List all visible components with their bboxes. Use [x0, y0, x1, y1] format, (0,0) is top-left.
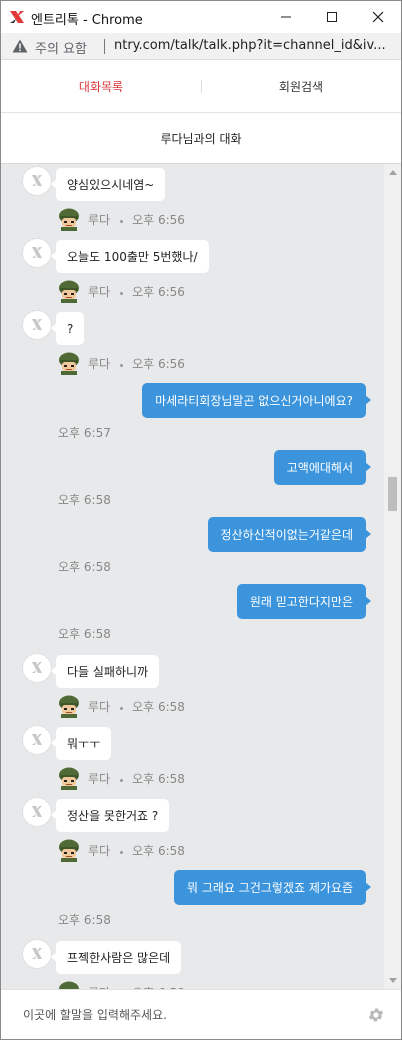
security-warning[interactable]: 주의 요함	[35, 38, 87, 57]
chat-avatar-icon	[32, 806, 42, 817]
tab-chat-list[interactable]: 대화목록	[1, 60, 201, 113]
message-meta: 루다 오후 6:56	[57, 351, 185, 375]
chat-avatar-icon	[32, 247, 42, 258]
chevron-down-icon	[388, 978, 397, 983]
sender-avatar	[22, 310, 52, 340]
sender-avatar	[22, 238, 52, 268]
soldier-avatar-icon	[59, 695, 79, 718]
incoming-message-bubble: 뭐ㅜㅜ	[50, 727, 112, 760]
outgoing-message-bubble: 마세라티회장님말곤 없으신거아니에요?	[142, 383, 371, 418]
minimize-button[interactable]	[263, 1, 309, 33]
message-meta: 루다 오후 6:58	[57, 694, 185, 718]
message-meta: 루다 오후 6:56	[57, 207, 185, 231]
gear-icon[interactable]	[367, 1006, 385, 1024]
incoming-message-bubble: 오늘도 100출만 5번했나/	[51, 240, 209, 273]
separator-dot	[120, 779, 124, 782]
close-button[interactable]	[355, 1, 401, 33]
soldier-avatar-icon	[59, 981, 79, 989]
message-time: 오후 6:56	[132, 356, 185, 371]
incoming-message-bubble: 양심있으시네염~	[50, 168, 166, 201]
close-icon	[372, 11, 384, 23]
scroll-thumb[interactable]	[388, 477, 397, 511]
message-list[interactable]: 양심있으시네염~ 루다 오후 6:56 오늘도 100출만 5번했나/루다 오후 6:5…	[1, 164, 401, 989]
separator-dot	[120, 707, 124, 710]
message-meta: 루다 오후 6:56	[57, 279, 185, 303]
message-input[interactable]	[15, 1002, 355, 1028]
soldier-avatar-icon	[59, 208, 79, 231]
incoming-message-bubble: ?	[50, 312, 85, 345]
soldier-avatar-icon	[59, 280, 79, 303]
entry-logo-icon	[10, 11, 24, 23]
message-time: 오후 6:58	[132, 771, 185, 786]
sender-name: 루다	[88, 356, 111, 371]
soldier-avatar-icon	[59, 352, 79, 375]
message-time: 오후 6:56	[132, 212, 185, 227]
scrollbar[interactable]	[384, 164, 401, 989]
maximize-icon	[327, 12, 337, 22]
chat-avatar-icon	[32, 175, 42, 186]
message-input-bar	[1, 989, 401, 1039]
sender-avatar	[22, 725, 52, 755]
tab-member-search[interactable]: 회원검색	[201, 60, 401, 113]
soldier-avatar-icon	[59, 767, 79, 790]
message-time: 오후 6:56	[132, 284, 185, 299]
minimize-icon	[281, 16, 291, 18]
message-meta: 루다오후 6:58	[57, 980, 185, 989]
sender-name: 루다	[88, 771, 111, 786]
url-text[interactable]: ntry.com/talk/talk.php?it=channel_id&iv.…	[114, 38, 399, 53]
address-bar[interactable]: 주의 요함 ntry.com/talk/talk.php?it=channel_…	[1, 33, 401, 60]
message-time: 오후 6:58	[58, 493, 111, 507]
scroll-down-button[interactable]	[384, 972, 401, 989]
warning-icon	[12, 39, 28, 53]
maximize-button[interactable]	[309, 1, 355, 33]
separator-dot	[120, 364, 124, 367]
tab-bar: 대화목록 회원검색	[1, 60, 401, 113]
message-time: 오후 6:58	[58, 913, 111, 927]
sender-name: 루다	[88, 699, 111, 714]
sender-avatar	[22, 166, 52, 196]
outgoing-message-bubble: 정산하신적이없는거같은데	[207, 517, 372, 552]
incoming-message-bubble: 정산을 못한거죠 ?	[50, 799, 170, 832]
browser-window: 엔트리톡 - Chrome 주의 요함 ntry.com/talk/talk.p…	[0, 0, 402, 1040]
message-meta: 루다 오후 6:58	[57, 766, 185, 790]
chat-avatar-icon	[32, 734, 42, 745]
message-time: 오후 6:58	[132, 699, 185, 714]
message-time: 오후 6:58	[132, 843, 185, 858]
message-time: 오후 6:57	[58, 426, 111, 440]
incoming-message-bubble: 다들 실패하니까	[50, 655, 160, 688]
sender-avatar	[22, 939, 52, 969]
sender-avatar	[22, 797, 52, 827]
scroll-up-button[interactable]	[384, 164, 401, 181]
address-divider	[104, 39, 105, 54]
chat-avatar-icon	[32, 948, 42, 959]
sender-name: 루다	[88, 284, 111, 299]
separator-dot	[120, 292, 124, 295]
incoming-message-bubble: 프젝한사람은 많은데	[50, 941, 182, 974]
chat-avatar-icon	[32, 319, 42, 330]
message-time: 오후 6:58	[58, 560, 111, 574]
message-meta: 루다 오후 6:58	[57, 838, 185, 862]
chat-header: 루다님과의 대화	[1, 113, 401, 164]
outgoing-message-bubble: 고액에대해서	[273, 450, 372, 485]
chat-avatar-icon	[32, 662, 42, 673]
title-bar: 엔트리톡 - Chrome	[1, 1, 401, 33]
separator-dot	[120, 851, 124, 854]
message-time: 오후 6:58	[58, 627, 111, 641]
window-title: 엔트리톡 - Chrome	[31, 13, 143, 28]
chevron-up-icon	[388, 170, 397, 175]
separator-dot	[120, 220, 124, 223]
outgoing-message-bubble: 원래 믿고한다지만은	[236, 584, 372, 619]
sender-avatar	[22, 653, 52, 683]
sender-name: 루다	[88, 843, 111, 858]
soldier-avatar-icon	[59, 839, 79, 862]
sender-name: 루다	[88, 212, 111, 227]
outgoing-message-bubble: 뭐 그래요 그건그렇겠죠 제가요즘	[173, 870, 372, 905]
